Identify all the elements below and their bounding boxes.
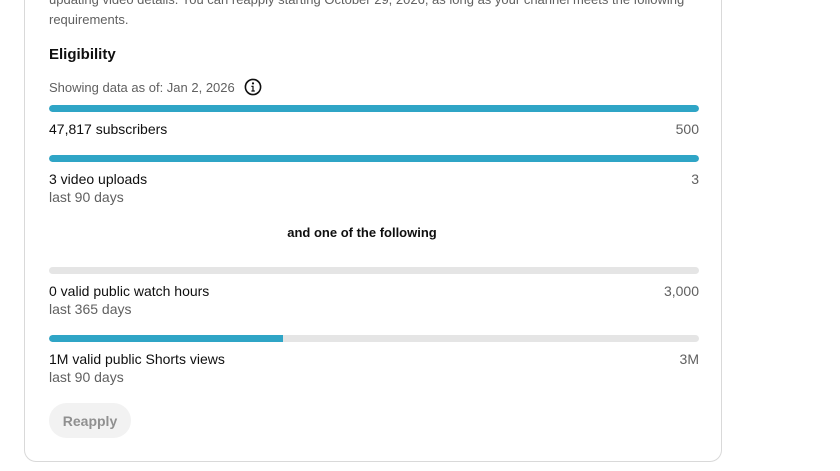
data-as-of: Showing data as of: Jan 2, 2026 xyxy=(49,78,262,96)
intro-text-line2: requirements. xyxy=(49,12,129,27)
watch-hours-sublabel: last 365 days xyxy=(49,301,132,317)
uploads-sublabel: last 90 days xyxy=(49,189,124,205)
intro-text-line1: updating video details. You can reapply … xyxy=(49,0,709,10)
shorts-views-target: 3M xyxy=(679,351,699,367)
subscribers-target: 500 xyxy=(675,121,699,137)
watch-hours-label: 0 valid public watch hours xyxy=(49,283,210,299)
watch-hours-target: 3,000 xyxy=(663,283,699,299)
one-of-following-label: and one of the following xyxy=(287,225,437,240)
reapply-button[interactable]: Reapply xyxy=(49,403,131,438)
uploads-label: 3 video uploads xyxy=(49,171,148,187)
uploads-progress-fill xyxy=(49,155,699,162)
subscribers-progress-bar xyxy=(49,105,699,112)
shorts-views-progress-fill xyxy=(49,335,283,342)
data-as-of-text: Showing data as of: Jan 2, 2026 xyxy=(49,79,235,95)
shorts-views-sublabel: last 90 days xyxy=(49,369,124,385)
info-icon[interactable] xyxy=(244,78,262,96)
eligibility-heading: Eligibility xyxy=(49,46,116,63)
uploads-target: 3 xyxy=(691,171,699,187)
subscribers-label: 47,817 subscribers xyxy=(49,121,168,137)
uploads-progress-bar xyxy=(49,155,699,162)
watch-hours-progress-bar xyxy=(49,267,699,274)
shorts-views-progress-bar xyxy=(49,335,699,342)
subscribers-progress-fill xyxy=(49,105,699,112)
shorts-views-label: 1M valid public Shorts views xyxy=(49,351,225,367)
intro-text: updating video details. You can reapply … xyxy=(49,0,709,30)
